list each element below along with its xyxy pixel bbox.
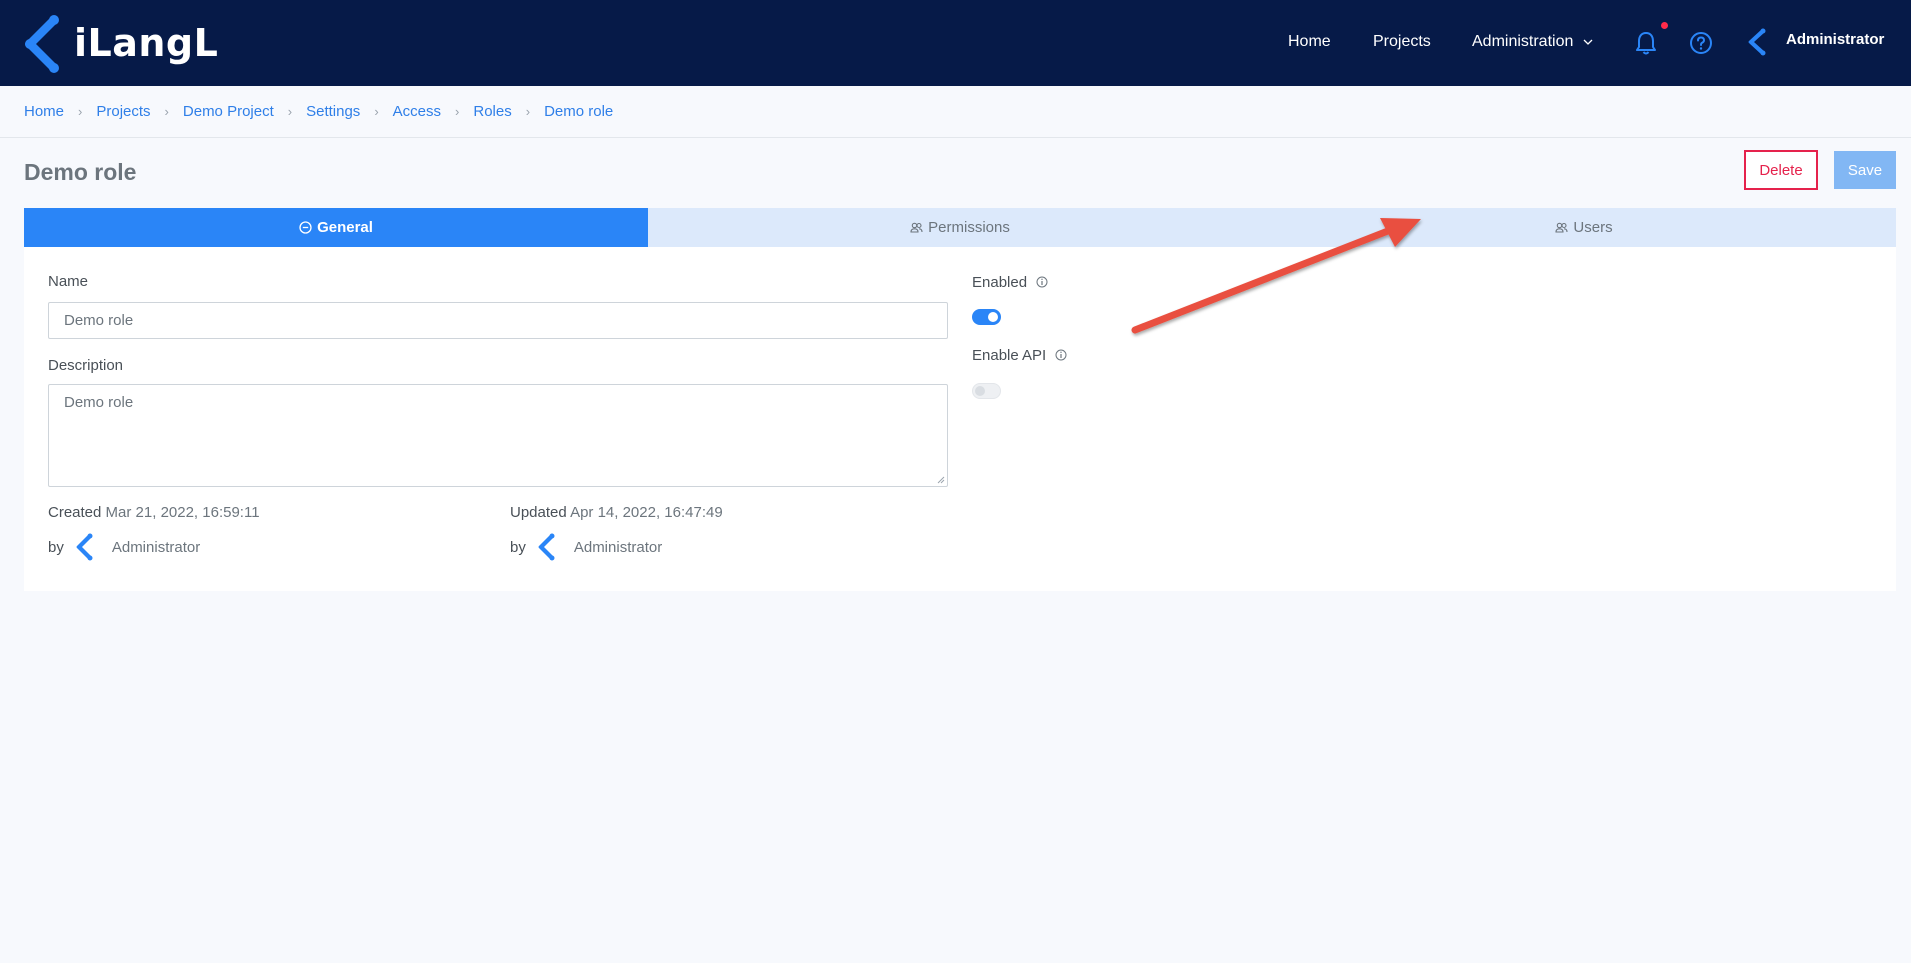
created-label: Created [48,504,102,521]
enable-api-label: Enable API [972,347,1047,364]
resize-grip-icon[interactable] [937,476,945,484]
name-field-value: Demo role [64,312,134,329]
brand-logo[interactable]: iLangL [22,12,218,74]
breadcrumb-separator-icon: › [287,103,293,119]
breadcrumb-separator-icon: › [164,103,169,119]
updated-value: Apr 14, 2022, 16:47:49 [570,504,723,521]
updated-by-user[interactable]: Administrator [574,539,662,556]
avatar-icon [76,533,93,561]
created-info: Created Mar 21, 2022, 16:59:11 [48,504,260,521]
brand-name: iLangL [74,21,219,65]
created-value: Mar 21, 2022, 16:59:11 [105,504,260,521]
breadcrumb-projects[interactable]: Projects [96,103,150,120]
user-menu-name[interactable]: Administrator [1786,31,1884,48]
breadcrumb-home[interactable]: Home [24,103,64,120]
description-field[interactable]: Demo role [48,384,948,487]
updated-label: Updated [510,504,567,521]
breadcrumb-access[interactable]: Access [393,103,441,120]
tab-general[interactable]: General [24,208,648,247]
name-label: Name [48,273,89,290]
updated-by: by Administrator [510,532,662,562]
tab-general-label: General [317,219,373,236]
nav-projects[interactable]: Projects [1373,33,1431,51]
help-icon[interactable] [1689,31,1713,55]
nav-administration[interactable]: Administration [1472,33,1593,51]
logo-icon [25,15,59,73]
top-navbar: iLangL Home Projects Administration Admi… [0,0,1911,86]
enable-api-toggle[interactable] [972,383,1001,399]
breadcrumb-separator-icon: › [455,103,460,119]
created-by: by Administrator [48,532,200,562]
breadcrumb-divider [0,137,1911,138]
breadcrumb: Home › Projects › Demo Project › Setting… [24,101,613,121]
bell-icon[interactable] [1634,30,1658,56]
breadcrumb-demo-project[interactable]: Demo Project [183,103,274,120]
users-icon [1555,222,1568,233]
breadcrumb-roles[interactable]: Roles [473,103,511,120]
avatar-icon [538,533,555,561]
enabled-label-group: Enabled [972,274,1048,291]
chevron-down-icon [1583,39,1593,45]
breadcrumb-settings[interactable]: Settings [306,103,360,120]
delete-button[interactable]: Delete [1744,150,1818,190]
updated-by-label: by [510,538,526,556]
breadcrumb-separator-icon: › [374,103,379,119]
nav-administration-label: Administration [1472,33,1574,50]
users-icon [910,222,923,233]
breadcrumb-separator-icon: › [78,103,83,119]
updated-info: Updated Apr 14, 2022, 16:47:49 [510,504,723,521]
breadcrumb-separator-icon: › [525,103,531,119]
tab-bar: General Permissions Users [24,208,1896,247]
description-field-value: Demo role [64,394,134,411]
enabled-label: Enabled [972,274,1028,291]
enabled-toggle[interactable] [972,309,1001,325]
notification-dot [1661,22,1668,29]
enable-api-label-group: Enable API [972,347,1067,364]
name-field[interactable]: Demo role [48,302,948,339]
created-by-user[interactable]: Administrator [112,539,200,556]
annotation-arrow-icon [1131,218,1421,334]
tab-users-label: Users [1573,219,1613,236]
breadcrumb-demo-role[interactable]: Demo role [544,103,613,120]
minus-circle-icon [299,221,312,234]
user-avatar-icon[interactable] [1746,28,1772,56]
nav-home[interactable]: Home [1288,33,1331,51]
created-by-label: by [48,538,64,556]
info-icon[interactable] [1036,276,1048,288]
info-icon[interactable] [1055,349,1067,361]
tab-permissions-label: Permissions [928,219,1010,236]
page-title: Demo role [24,159,137,185]
save-button[interactable]: Save [1834,151,1896,189]
description-label: Description [48,357,124,374]
